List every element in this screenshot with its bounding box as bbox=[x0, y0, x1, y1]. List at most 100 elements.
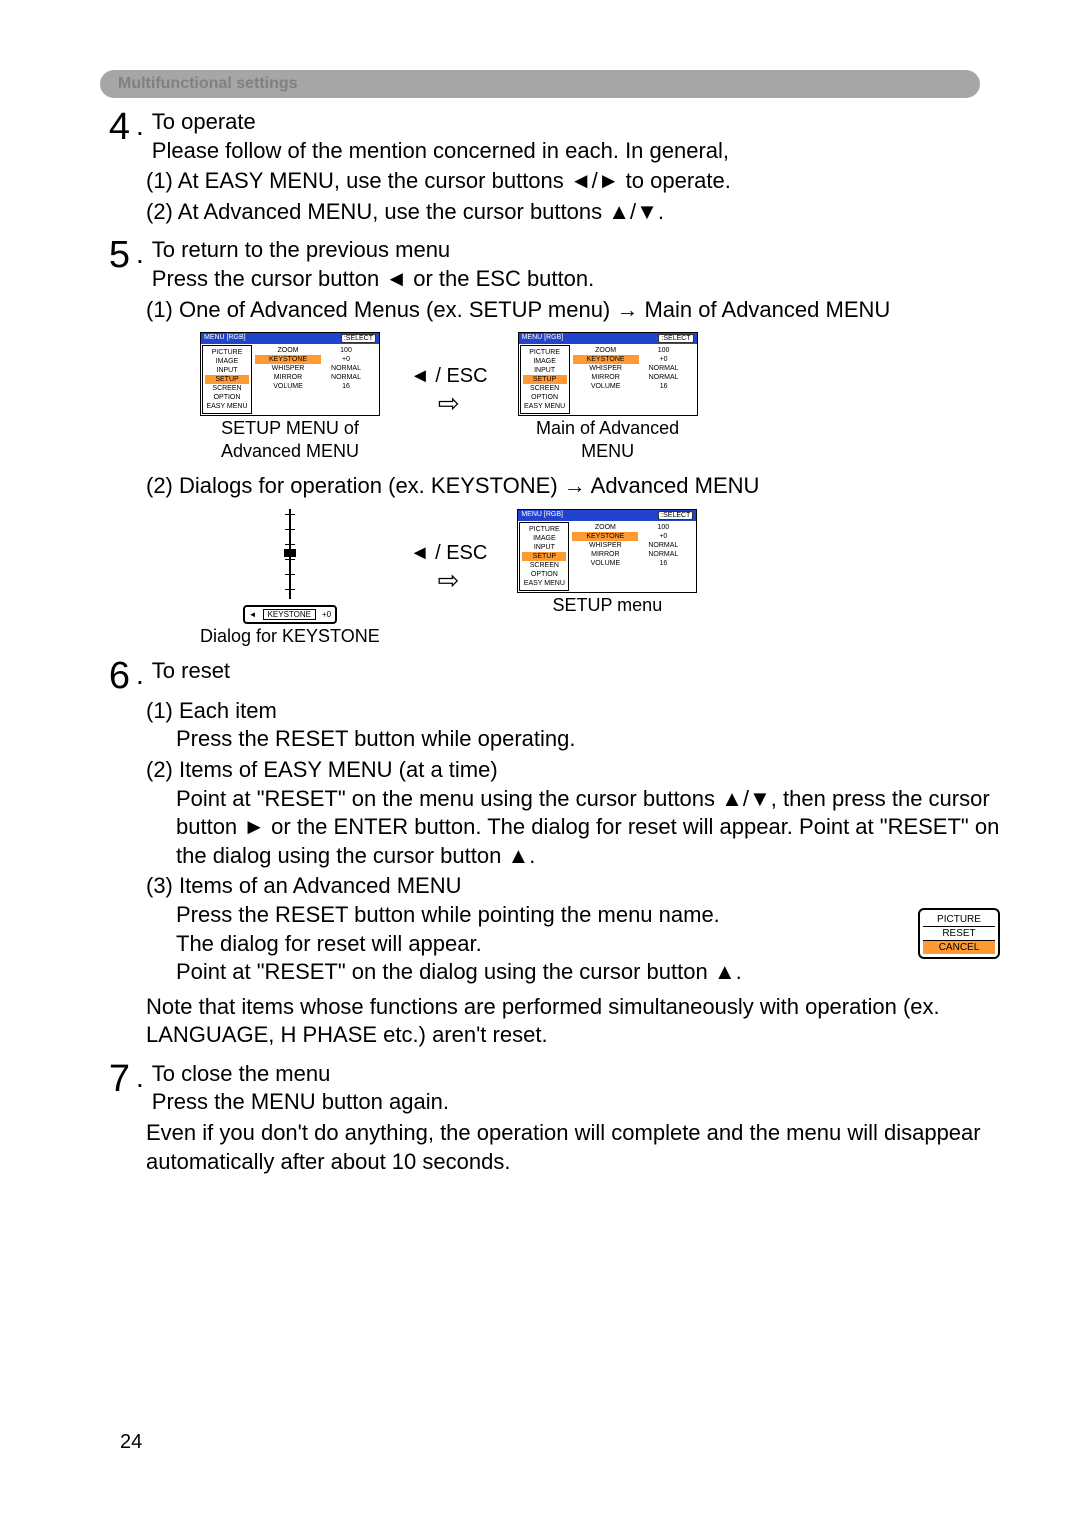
menu-box: MENU [RGB] :SELECT PICTURE IMAGE INPUT S… bbox=[517, 509, 697, 593]
keystone-dialog-col: ◄ KEYSTONE +0 Dialog for KEYSTONE bbox=[200, 509, 380, 647]
step-line: (2) Dialogs for operation (ex. KEYSTONE)… bbox=[146, 472, 1000, 501]
menu-val: NORMAL bbox=[325, 364, 367, 373]
menu-title: MENU [RGB] bbox=[522, 334, 564, 343]
menu-val-highlighted: KEYSTONE bbox=[255, 355, 321, 364]
diagram-caption: SETUP menu bbox=[517, 595, 697, 616]
menu-item: OPTION bbox=[522, 570, 566, 579]
step-content: To close the menu Press the MENU button … bbox=[152, 1060, 1000, 1117]
menu-val: 16 bbox=[325, 382, 367, 391]
menu-body: PICTURE IMAGE INPUT SETUP SCREEN OPTION … bbox=[518, 521, 696, 592]
item-body: Point at "RESET" on the dialog using the… bbox=[176, 958, 1000, 987]
menu-item: INPUT bbox=[522, 543, 566, 552]
step-7: 7 . To close the menu Press the MENU but… bbox=[100, 1060, 1000, 1117]
menu-item: PICTURE bbox=[523, 348, 567, 357]
item-body: Point at "RESET" on the menu using the c… bbox=[176, 785, 1000, 871]
slider-thumb bbox=[284, 549, 296, 557]
menu-val: +0 bbox=[643, 355, 685, 364]
reset-dialog-item: PICTURE bbox=[923, 913, 995, 927]
menu-val: +0 bbox=[642, 532, 684, 541]
reset-dialog: PICTURE RESET CANCEL bbox=[918, 908, 1000, 959]
menu-val: ZOOM bbox=[572, 523, 638, 532]
menu-val: WHISPER bbox=[572, 541, 638, 550]
menu-left-col: PICTURE IMAGE INPUT SETUP SCREEN OPTION … bbox=[519, 522, 569, 591]
keystone-dialog: ◄ KEYSTONE +0 bbox=[215, 509, 365, 624]
menu-body: PICTURE IMAGE INPUT SETUP SCREEN OPTION … bbox=[519, 344, 697, 415]
menu-item-highlighted: SETUP bbox=[205, 375, 249, 384]
menu-val: MIRROR bbox=[573, 373, 639, 382]
menu-item: IMAGE bbox=[523, 357, 567, 366]
diagram-caption: SETUP MENU of bbox=[200, 418, 380, 439]
menu-val: 100 bbox=[325, 346, 367, 355]
menu-val: WHISPER bbox=[255, 364, 321, 373]
diagram-row-2: ◄ KEYSTONE +0 Dialog for KEYSTONE ◄ / ES… bbox=[200, 509, 1000, 647]
menu-val: NORMAL bbox=[643, 373, 685, 382]
step-dot: . bbox=[136, 657, 144, 693]
menu-select: :SELECT bbox=[341, 334, 376, 343]
arrow-label: ◄ / ESC bbox=[410, 365, 488, 388]
step-title: To close the menu bbox=[152, 1060, 1000, 1089]
menu-left-col: PICTURE IMAGE INPUT SETUP SCREEN OPTION … bbox=[202, 345, 252, 414]
menu-item: EASY MENU bbox=[205, 402, 249, 411]
diagram-row-1: MENU [RGB] :SELECT PICTURE IMAGE INPUT S… bbox=[200, 332, 1000, 462]
item-heading: (2) Items of EASY MENU (at a time) bbox=[146, 756, 1000, 785]
menu-title-bar: MENU [RGB] :SELECT bbox=[201, 333, 379, 344]
menu-item: IMAGE bbox=[522, 534, 566, 543]
menu-val-highlighted: KEYSTONE bbox=[573, 355, 639, 364]
menu-item: PICTURE bbox=[205, 348, 249, 357]
right-arrow-icon: ⇨ bbox=[438, 565, 460, 596]
menu-diagram-right: MENU [RGB] :SELECT PICTURE IMAGE INPUT S… bbox=[518, 332, 698, 462]
step-line: Press the MENU button again. bbox=[152, 1088, 1000, 1117]
step-title: To operate bbox=[152, 108, 1000, 137]
menu-item: OPTION bbox=[205, 393, 249, 402]
menu-item: OPTION bbox=[523, 393, 567, 402]
menu-val: NORMAL bbox=[642, 550, 684, 559]
step-content: To reset bbox=[152, 657, 1000, 686]
menu-item: PICTURE bbox=[522, 525, 566, 534]
menu-mid-col: ZOOM KEYSTONE WHISPER MIRROR VOLUME bbox=[253, 344, 323, 415]
step-6: 6 . To reset bbox=[100, 657, 1000, 695]
reset-dialog-cancel: CANCEL bbox=[923, 941, 995, 954]
step-number: 6 bbox=[100, 657, 130, 695]
menu-box: MENU [RGB] :SELECT PICTURE IMAGE INPUT S… bbox=[200, 332, 380, 416]
menu-val: VOLUME bbox=[572, 559, 638, 568]
item-body: Press the RESET button while operating. bbox=[176, 725, 1000, 754]
diagram-caption: Dialog for KEYSTONE bbox=[200, 626, 380, 647]
step-5: 5 . To return to the previous menu Press… bbox=[100, 236, 1000, 293]
menu-box: MENU [RGB] :SELECT PICTURE IMAGE INPUT S… bbox=[518, 332, 698, 416]
arrow-column: ◄ / ESC ⇨ bbox=[410, 332, 488, 452]
menu-item: EASY MENU bbox=[522, 579, 566, 588]
section-title: Multifunctional settings bbox=[118, 75, 298, 92]
step-content: To operate Please follow of the mention … bbox=[152, 108, 1000, 165]
arrow-column: ◄ / ESC ⇨ bbox=[410, 509, 488, 629]
left-arrow-icon: ◄ bbox=[249, 610, 257, 619]
menu-title: MENU [RGB] bbox=[521, 511, 563, 520]
step-content: To return to the previous menu Press the… bbox=[152, 236, 1000, 293]
menu-body: PICTURE IMAGE INPUT SETUP SCREEN OPTION … bbox=[201, 344, 379, 415]
step-number: 5 bbox=[100, 236, 130, 274]
diagram-caption: Advanced MENU bbox=[200, 441, 380, 462]
menu-left-col: PICTURE IMAGE INPUT SETUP SCREEN OPTION … bbox=[520, 345, 570, 414]
menu-val: 16 bbox=[642, 559, 684, 568]
note-text: Note that items whose functions are perf… bbox=[146, 993, 1000, 1050]
step-line: (1) One of Advanced Menus (ex. SETUP men… bbox=[146, 296, 1000, 325]
menu-val: MIRROR bbox=[572, 550, 638, 559]
item-heading: (1) Each item bbox=[146, 697, 1000, 726]
menu-val: VOLUME bbox=[573, 382, 639, 391]
menu-val: ZOOM bbox=[573, 346, 639, 355]
menu-val-highlighted: KEYSTONE bbox=[572, 532, 638, 541]
menu-val: 100 bbox=[642, 523, 684, 532]
menu-val: +0 bbox=[325, 355, 367, 364]
menu-item: SCREEN bbox=[523, 384, 567, 393]
menu-title: MENU [RGB] bbox=[204, 334, 246, 343]
reset-dialog-item: RESET bbox=[923, 927, 995, 941]
menu-item-highlighted: SETUP bbox=[522, 552, 566, 561]
item-heading: (3) Items of an Advanced MENU bbox=[146, 872, 1000, 901]
menu-val: MIRROR bbox=[255, 373, 321, 382]
menu-item: IMAGE bbox=[205, 357, 249, 366]
step-line: Please follow of the mention concerned i… bbox=[152, 137, 1000, 166]
step-dot: . bbox=[136, 108, 144, 144]
item-body: Press the RESET button while pointing th… bbox=[176, 901, 1000, 930]
menu-title-bar: MENU [RGB] :SELECT bbox=[518, 510, 696, 521]
menu-item-highlighted: SETUP bbox=[523, 375, 567, 384]
step-number: 4 bbox=[100, 108, 130, 146]
